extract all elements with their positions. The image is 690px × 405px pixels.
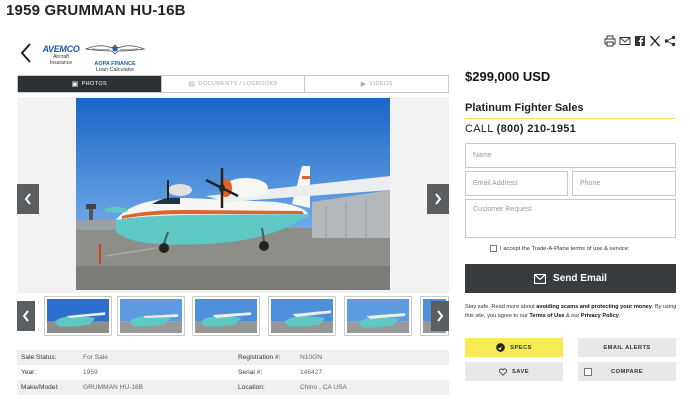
- spec-label: Registration #:: [238, 354, 281, 361]
- spec-row: Year: 1959 Serial #: 146427: [17, 365, 449, 380]
- listing-price: $299,000 USD: [465, 69, 551, 84]
- envelope-icon: [534, 273, 547, 284]
- spec-value: GRUMMAN HU-16B: [83, 384, 144, 391]
- spec-label: Serial #:: [238, 369, 263, 376]
- avemco-sub2: Insurance: [50, 60, 72, 66]
- thumbnail[interactable]: [268, 296, 336, 336]
- print-icon[interactable]: [604, 34, 616, 47]
- aopa-wings-icon: [84, 44, 146, 55]
- phone-number[interactable]: (800) 210-1951: [497, 123, 576, 135]
- save-button[interactable]: SAVE: [465, 362, 563, 381]
- tab-photos-label: PHOTOS: [81, 81, 108, 87]
- avemco-logo[interactable]: AVEMCO Aircraft Insurance: [40, 44, 82, 66]
- notice-text: Stay safe. Read more about: [465, 304, 537, 310]
- aopa-logo[interactable]: AOPA FINANCE Loan Calculator: [84, 42, 146, 73]
- airplane-icon: [496, 343, 505, 352]
- tab-photos[interactable]: ▣ PHOTOS: [18, 76, 161, 92]
- compare-label: COMPARE: [611, 368, 643, 375]
- name-field[interactable]: Name: [465, 143, 676, 168]
- spec-label: Sale Status:: [21, 354, 57, 361]
- avemco-brand: AVEMCO: [42, 44, 80, 54]
- specs-label: SPECS: [510, 344, 532, 351]
- tab-videos-label: VIDEOS: [369, 81, 393, 87]
- share-icon[interactable]: [664, 34, 676, 47]
- seller-name[interactable]: Platinum Fighter Sales: [465, 102, 584, 114]
- page-title: 1959 GRUMMAN HU-16B: [6, 2, 186, 19]
- photo-next-button[interactable]: [427, 184, 449, 214]
- back-button[interactable]: [18, 42, 34, 64]
- thumbnail-strip: [17, 296, 449, 336]
- thumbnail[interactable]: [192, 296, 260, 336]
- thumbs-next-button[interactable]: [431, 301, 449, 331]
- specs-table: Sale Status: For Sale Registration #: N1…: [17, 350, 449, 395]
- main-photo[interactable]: [76, 98, 390, 290]
- thumbnail[interactable]: [117, 296, 185, 336]
- spec-value: For Sale: [83, 354, 108, 361]
- email-field[interactable]: Email Address: [465, 171, 568, 196]
- spec-value: 1959: [83, 369, 98, 376]
- send-email-label: Send Email: [553, 273, 607, 284]
- specs-button[interactable]: SPECS: [465, 338, 563, 357]
- chevron-left-icon: [20, 43, 31, 63]
- seller-divider: [465, 118, 675, 119]
- notice-text: & our: [564, 312, 581, 319]
- tab-documents-label: DOCUMENTS / LOGBOOKS: [198, 81, 278, 87]
- media-tabs: ▣ PHOTOS ▤ DOCUMENTS / LOGBOOKS ▶ VIDEOS: [17, 75, 449, 93]
- chevron-left-icon: [24, 193, 31, 205]
- spec-value: N10GN: [300, 354, 322, 361]
- terms-of-use-link[interactable]: Terms of Use: [529, 313, 564, 319]
- send-email-button[interactable]: Send Email: [465, 264, 676, 293]
- customer-request-field[interactable]: Customer Request: [465, 199, 676, 238]
- chevron-right-icon: [437, 310, 444, 322]
- compare-checkbox[interactable]: [584, 367, 592, 376]
- spec-label: Location:: [238, 384, 265, 391]
- heart-icon: [499, 368, 508, 376]
- spec-row: Make/Model: GRUMMAN HU-16B Location: Chi…: [17, 380, 449, 395]
- tab-videos[interactable]: ▶ VIDEOS: [304, 76, 448, 92]
- save-label: SAVE: [512, 368, 529, 375]
- share-toolbar: [604, 34, 676, 47]
- safety-notice: Stay safe. Read more about avoiding scam…: [465, 303, 679, 320]
- thumbnail[interactable]: [44, 296, 112, 336]
- email-icon[interactable]: [619, 34, 631, 46]
- terms-label: I accept the Trade-A-Plane terms of use …: [500, 245, 630, 252]
- terms-row: I accept the Trade-A-Plane terms of use …: [490, 245, 630, 252]
- tab-documents[interactable]: ▤ DOCUMENTS / LOGBOOKS: [160, 76, 305, 92]
- terms-checkbox[interactable]: [490, 245, 497, 252]
- spec-label: Year:: [21, 369, 37, 376]
- privacy-policy-link[interactable]: Privacy Policy: [581, 313, 619, 319]
- chevron-left-icon: [22, 310, 29, 322]
- email-alerts-label: EMAIL ALERTS: [603, 344, 651, 351]
- photo-prev-button[interactable]: [17, 184, 39, 214]
- photo-viewer: [17, 97, 449, 293]
- document-icon: ▤: [188, 81, 196, 88]
- spec-row: Sale Status: For Sale Registration #: N1…: [17, 350, 449, 365]
- facebook-icon[interactable]: [634, 34, 646, 46]
- email-alerts-button[interactable]: EMAIL ALERTS: [578, 338, 676, 357]
- spec-label: Make/Model:: [21, 384, 59, 391]
- x-icon[interactable]: [649, 34, 661, 47]
- thumbnail[interactable]: [344, 296, 412, 336]
- thumbs-prev-button[interactable]: [17, 301, 35, 331]
- photo-icon: ▣: [71, 81, 79, 88]
- chevron-right-icon: [435, 193, 442, 205]
- call-label: CALL: [465, 123, 494, 135]
- spec-value: Chino , CA USA: [300, 384, 347, 391]
- scams-link[interactable]: avoiding scams and protecting your money: [536, 304, 652, 310]
- aopa-sub: Loan Calculator: [95, 67, 135, 73]
- listing-page: 1959 GRUMMAN HU-16B AVEMCO Aircraft Insu…: [0, 0, 690, 405]
- notice-text: .: [618, 312, 621, 319]
- spec-value: 146427: [300, 369, 323, 376]
- video-icon: ▶: [360, 81, 367, 88]
- call-line[interactable]: CALL (800) 210-1951: [465, 123, 576, 135]
- compare-button[interactable]: COMPARE: [578, 362, 676, 381]
- phone-field[interactable]: Phone: [572, 171, 676, 196]
